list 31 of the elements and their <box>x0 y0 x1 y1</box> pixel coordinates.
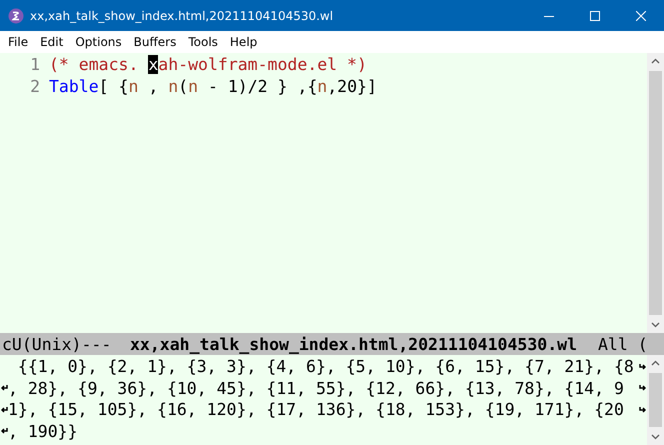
menu-item[interactable]: File <box>2 35 34 49</box>
menu-item[interactable]: Buffers <box>128 35 182 49</box>
output-line: 1}, {15, 105}, {16, 120}, {17, 136}, {18, 153}, {19, 171}, {20 <box>8 399 625 420</box>
scrollbar-thumb[interactable] <box>649 71 662 315</box>
buffer-name: xx,xah_talk_show_index.html,20211104104530.wl <box>130 334 578 354</box>
line-number: 2 <box>29 76 41 97</box>
wrap-continuation-left-icon <box>0 427 8 436</box>
buffer-position: All ( <box>598 334 648 354</box>
wrap-continuation-right-icon <box>638 406 646 414</box>
code-line: Table[ {n , n(n - 1)/2 } ,{n,20}] <box>49 76 377 97</box>
code-line: (* emacs. xah-wolfram-mode.el *) <box>49 54 367 76</box>
menu-item[interactable]: Help <box>224 35 264 49</box>
emacs-logo-icon <box>8 8 24 24</box>
wrap-continuation-right-icon <box>638 384 646 392</box>
menu-item[interactable]: Tools <box>182 35 224 49</box>
scrollbar[interactable] <box>647 53 664 333</box>
menu-item[interactable]: Edit <box>34 35 70 49</box>
output-line: {{1, 0}, {2, 1}, {3, 3}, {4, 6}, {5, 10}, {6, 15}, {7, 21}, {8 <box>16 356 635 378</box>
wrap-continuation-left-icon <box>0 406 8 414</box>
menu-item[interactable]: Options <box>69 35 128 49</box>
scrollbar-thumb[interactable] <box>649 373 662 427</box>
maximize-icon <box>590 10 600 20</box>
wrap-continuation-left-icon <box>0 384 8 392</box>
line-number: 1 <box>29 54 41 76</box>
mode-line-status: cU(Unix)--- <box>1 334 112 354</box>
scrollbar[interactable] <box>647 355 664 445</box>
output-line: , 28}, {9, 36}, {10, 45}, {11, 55}, {12, 66}, {13, 78}, {14, 9 <box>8 378 625 399</box>
output-line: , 190}} <box>8 420 79 442</box>
wrap-continuation-right-icon <box>638 362 646 371</box>
window-title: xx,xah_talk_show_index.html,20211104104530.wl <box>30 8 334 22</box>
close-icon <box>636 10 646 20</box>
